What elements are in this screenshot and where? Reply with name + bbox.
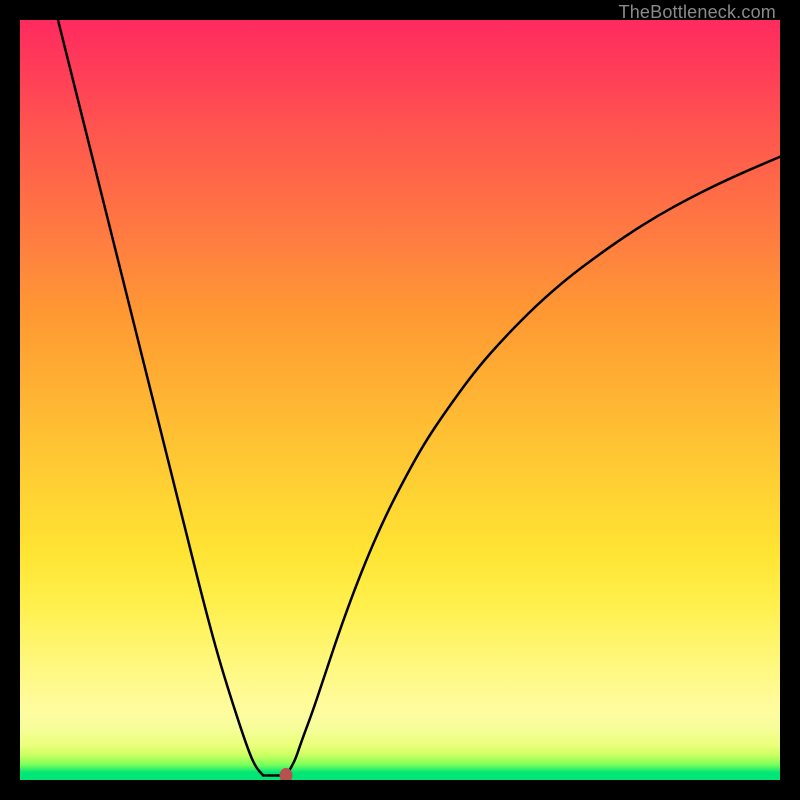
chart-container: TheBottleneck.com bbox=[0, 0, 800, 800]
watermark-text: TheBottleneck.com bbox=[619, 2, 776, 23]
left-branch-path bbox=[58, 20, 263, 775]
right-branch-path bbox=[286, 157, 780, 776]
curve-svg bbox=[20, 20, 780, 780]
